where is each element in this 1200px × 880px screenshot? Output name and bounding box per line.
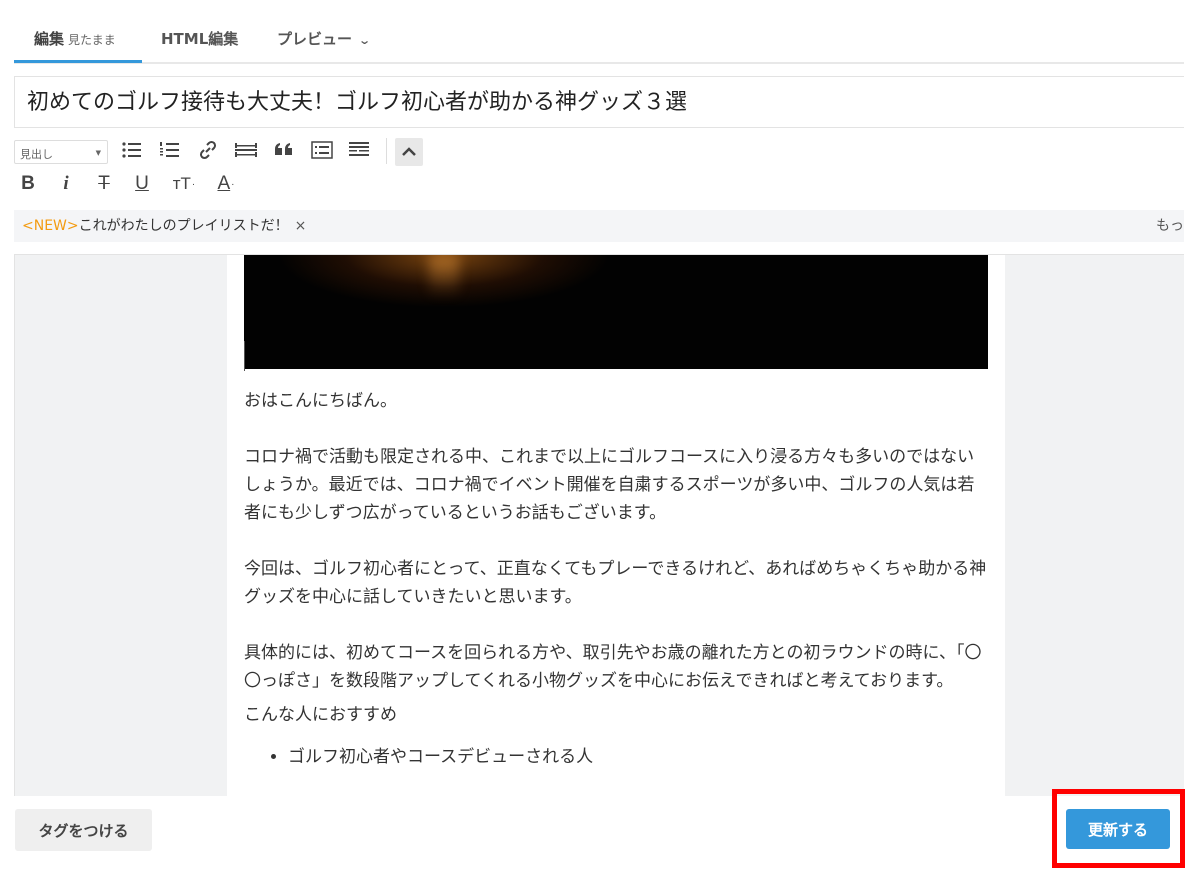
tabs-divider: [14, 62, 1184, 64]
notice-link[interactable]: これがわたしのプレイリストだ！: [79, 218, 289, 234]
collapse-toolbar-button[interactable]: [395, 138, 423, 166]
text-size-button[interactable]: тT ·: [166, 170, 202, 198]
text-cursor: [244, 341, 245, 371]
new-tag: <NEW>: [22, 218, 79, 234]
toolbar-separator: [386, 138, 387, 164]
editor-tabs: 編集 見たまま HTML編集 プレビュー ⌄: [14, 18, 1184, 64]
active-tab-indicator: [14, 60, 142, 63]
title-field-container: [14, 76, 1184, 128]
text-color-icon: A: [217, 173, 231, 194]
underline-button[interactable]: U: [128, 170, 156, 198]
horizontal-rule-icon[interactable]: [232, 136, 260, 164]
toolbar-row-1: 見出し ▼: [14, 136, 514, 168]
article-paragraph: 今回は、ゴルフ初心者にとって、正直なくてもプレーできるけれど、あればめちゃくちゃ…: [244, 559, 987, 607]
text-color-button[interactable]: A ·: [208, 170, 244, 198]
tab-edit-label: 編集: [34, 30, 65, 48]
dropdown-dot-icon: ·: [231, 178, 235, 190]
article-body[interactable]: おはこんにちばん。 コロナ禍で活動も限定される中、これまで以上にゴルフコースに入…: [244, 387, 988, 771]
toolbar-row-2: B i T U тT · A ·: [14, 170, 314, 200]
tab-preview-label: プレビュー: [277, 30, 353, 48]
article-paragraph: おはこんにちばん。: [244, 391, 397, 411]
bold-button[interactable]: B: [14, 170, 42, 198]
blockquote-icon[interactable]: [270, 136, 298, 164]
notice-more-link[interactable]: もっ: [1156, 210, 1184, 242]
table-of-contents-icon[interactable]: [308, 136, 336, 164]
title-input[interactable]: [25, 86, 1179, 113]
link-icon[interactable]: [194, 136, 222, 164]
dropdown-dot-icon: ·: [191, 178, 196, 190]
bullet-list-icon[interactable]: [118, 136, 146, 164]
editor-page[interactable]: おはこんにちばん。 コロナ禍で活動も限定される中、これまで以上にゴルフコースに入…: [227, 255, 1005, 796]
tab-edit[interactable]: 編集 見たまま: [34, 28, 116, 49]
recommend-heading: こんな人におすすめ: [244, 705, 397, 725]
tab-html-edit[interactable]: HTML編集: [161, 28, 238, 49]
notice-bar: <NEW>これがわたしのプレイリストだ！ × もっ: [14, 210, 1184, 242]
chevron-down-icon: ⌄: [358, 34, 372, 47]
article-paragraph: コロナ禍で活動も限定される中、これまで以上にゴルフコースに入り浸る方々も多いので…: [244, 447, 975, 523]
text-size-icon: тT: [172, 174, 191, 193]
read-more-icon[interactable]: [346, 136, 374, 164]
chevron-up-icon: [402, 147, 416, 156]
italic-button[interactable]: i: [52, 170, 80, 198]
strikethrough-button[interactable]: T: [90, 170, 118, 198]
add-tags-button[interactable]: タグをつける: [15, 809, 152, 851]
numbered-list-icon[interactable]: [156, 136, 184, 164]
article-paragraph: 具体的には、初めてコースを回られる方や、取引先やお歳の離れた方との初ラウンドの時…: [244, 643, 982, 691]
list-item: ゴルフ初心者やコースデビューされる人: [288, 743, 988, 771]
caret-down-icon: ▼: [95, 149, 101, 157]
tab-edit-sub: 見たまま: [68, 33, 116, 47]
tab-preview[interactable]: プレビュー ⌄: [277, 28, 372, 49]
heading-select-value: 見出し: [20, 148, 53, 161]
close-icon[interactable]: ×: [295, 218, 307, 234]
recommend-list: ゴルフ初心者やコースデビューされる人: [244, 743, 988, 771]
article-hero-image: [244, 255, 988, 369]
editor-area[interactable]: おはこんにちばん。 コロナ禍で活動も限定される中、これまで以上にゴルフコースに入…: [14, 254, 1184, 796]
heading-select[interactable]: 見出し ▼: [14, 140, 108, 164]
update-button[interactable]: 更新する: [1066, 809, 1170, 849]
